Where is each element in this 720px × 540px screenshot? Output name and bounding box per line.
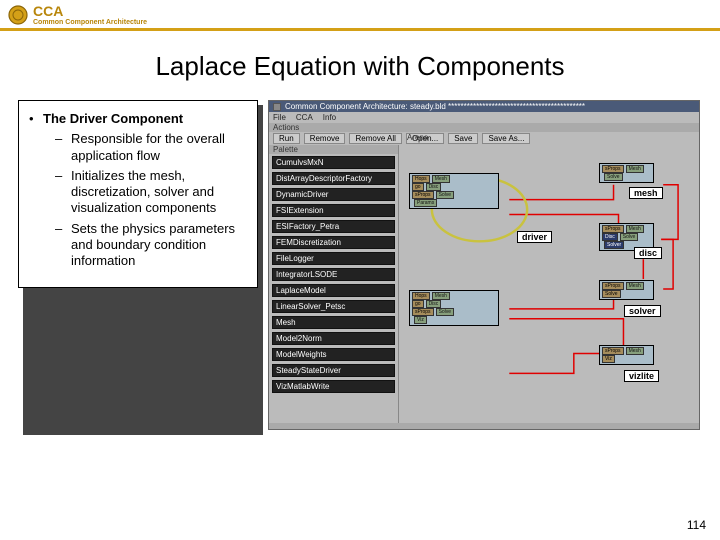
actions-label: Actions xyxy=(269,123,699,132)
pin[interactable]: Disc xyxy=(426,183,442,191)
save-as-button[interactable]: Save As... xyxy=(482,133,530,144)
pin[interactable]: Mesh xyxy=(626,282,644,290)
pin[interactable]: Disc xyxy=(602,233,618,241)
label-solver: solver xyxy=(624,305,661,317)
slide-title: Laplace Equation with Components xyxy=(0,31,720,100)
palette-item[interactable]: FileLogger xyxy=(272,252,395,265)
pin[interactable]: Viz xyxy=(414,316,427,324)
cca-logo-icon xyxy=(6,3,30,27)
pin[interactable]: Mesh xyxy=(432,292,450,300)
palette-item[interactable]: LinearSolver_Petsc xyxy=(272,300,395,313)
palette-item[interactable]: Model2Norm xyxy=(272,332,395,345)
page-number: 114 xyxy=(687,518,706,532)
screenshot-panel: Common Component Architecture: steady.bl… xyxy=(268,100,700,430)
palette-item[interactable]: VizMatlabWrite xyxy=(272,380,395,393)
topic-text: The Driver Component xyxy=(43,111,183,127)
window-titlebar: Common Component Architecture: steady.bl… xyxy=(269,101,699,112)
pin[interactable]: sProps xyxy=(602,225,624,233)
palette-item[interactable]: IntegratorLSODE xyxy=(272,268,395,281)
dash-icon: – xyxy=(55,221,71,270)
menu-cca[interactable]: CCA xyxy=(296,113,313,122)
pin[interactable]: sProps xyxy=(602,282,624,290)
menu-bar: File CCA Info xyxy=(269,112,699,123)
pin[interactable]: Solve xyxy=(436,308,455,316)
palette-label: Palette xyxy=(269,145,398,154)
component-viz[interactable]: sPropsMesh Viz xyxy=(599,345,654,365)
pin[interactable]: Mesh xyxy=(432,175,450,183)
remove-all-button[interactable]: Remove All xyxy=(349,133,401,144)
remove-button[interactable]: Remove xyxy=(304,133,346,144)
component-block[interactable]: HopsMesh goDisc sPropsSolve Viz xyxy=(409,290,499,326)
pin[interactable]: Mesh xyxy=(626,225,644,233)
pin[interactable]: Hops xyxy=(412,292,430,300)
header-subtitle: Common Component Architecture xyxy=(33,19,147,26)
text-panel: • The Driver Component – Responsible for… xyxy=(18,100,258,288)
pin[interactable]: go xyxy=(412,300,424,308)
palette-item[interactable]: FSIExtension xyxy=(272,204,395,217)
pin[interactable]: Solve xyxy=(620,233,639,241)
palette-item[interactable]: ModelWeights xyxy=(272,348,395,361)
palette-item[interactable]: CumulvsMxN xyxy=(272,156,395,169)
pin[interactable]: Viz xyxy=(602,355,615,363)
window-title: Common Component Architecture: steady.bl… xyxy=(285,102,585,111)
label-vizlite: vizlite xyxy=(624,370,659,382)
pin[interactable]: Solve xyxy=(436,191,455,199)
pin[interactable]: Disc xyxy=(426,300,442,308)
menu-file[interactable]: File xyxy=(273,113,286,122)
pin[interactable]: Solve xyxy=(604,173,623,181)
component-solver[interactable]: sPropsMesh Solve xyxy=(599,280,654,300)
palette-item[interactable]: DynamicDriver xyxy=(272,188,395,201)
pin[interactable]: Solve xyxy=(602,290,621,298)
pin[interactable]: go xyxy=(412,183,424,191)
pin[interactable]: sProps xyxy=(602,347,624,355)
sub-item: Initializes the mesh, discretization, so… xyxy=(71,168,249,217)
menu-info[interactable]: Info xyxy=(323,113,336,122)
save-button[interactable]: Save xyxy=(448,133,478,144)
dash-icon: – xyxy=(55,168,71,217)
window-icon xyxy=(273,103,281,111)
run-button[interactable]: Run xyxy=(273,133,300,144)
pin[interactable]: sProps xyxy=(412,308,434,316)
bullet-icon: • xyxy=(29,111,43,127)
palette-item[interactable]: Mesh xyxy=(272,316,395,329)
label-driver: driver xyxy=(517,231,552,243)
arena-panel: Arena HopsMesh xyxy=(399,145,699,423)
pin[interactable]: Solver xyxy=(604,241,624,249)
arena-label: Arena xyxy=(403,133,432,142)
palette-item[interactable]: FEMDiscretization xyxy=(272,236,395,249)
pin[interactable]: sProps xyxy=(412,191,434,199)
slide-header: CCA Common Component Architecture xyxy=(0,0,720,28)
dash-icon: – xyxy=(55,131,71,164)
sub-item: Sets the physics parameters and boundary… xyxy=(71,221,249,270)
pin[interactable]: Mesh xyxy=(626,347,644,355)
palette-item[interactable]: ESIFactory_Petra xyxy=(272,220,395,233)
label-disc: disc xyxy=(634,247,662,259)
pin[interactable]: sProps xyxy=(602,165,624,173)
pin[interactable]: Mesh xyxy=(626,165,644,173)
pin[interactable]: Hops xyxy=(412,175,430,183)
pin[interactable]: Params xyxy=(414,199,437,207)
action-bar: Run Remove Remove All Open... Save Save … xyxy=(269,132,699,145)
content-area: • The Driver Component – Responsible for… xyxy=(0,100,720,430)
sub-item: Responsible for the overall application … xyxy=(71,131,249,164)
header-acronym: CCA xyxy=(33,4,147,18)
palette-item[interactable]: SteadyStateDriver xyxy=(272,364,395,377)
palette-item[interactable]: DistArrayDescriptorFactory xyxy=(272,172,395,185)
palette-panel: Palette CumulvsMxN DistArrayDescriptorFa… xyxy=(269,145,399,423)
component-driver[interactable]: HopsMesh goDisc sPropsSolve Params xyxy=(409,173,499,209)
label-mesh: mesh xyxy=(629,187,663,199)
palette-item[interactable]: LaplaceModel xyxy=(272,284,395,297)
component-mesh[interactable]: sPropsMesh Solve xyxy=(599,163,654,183)
